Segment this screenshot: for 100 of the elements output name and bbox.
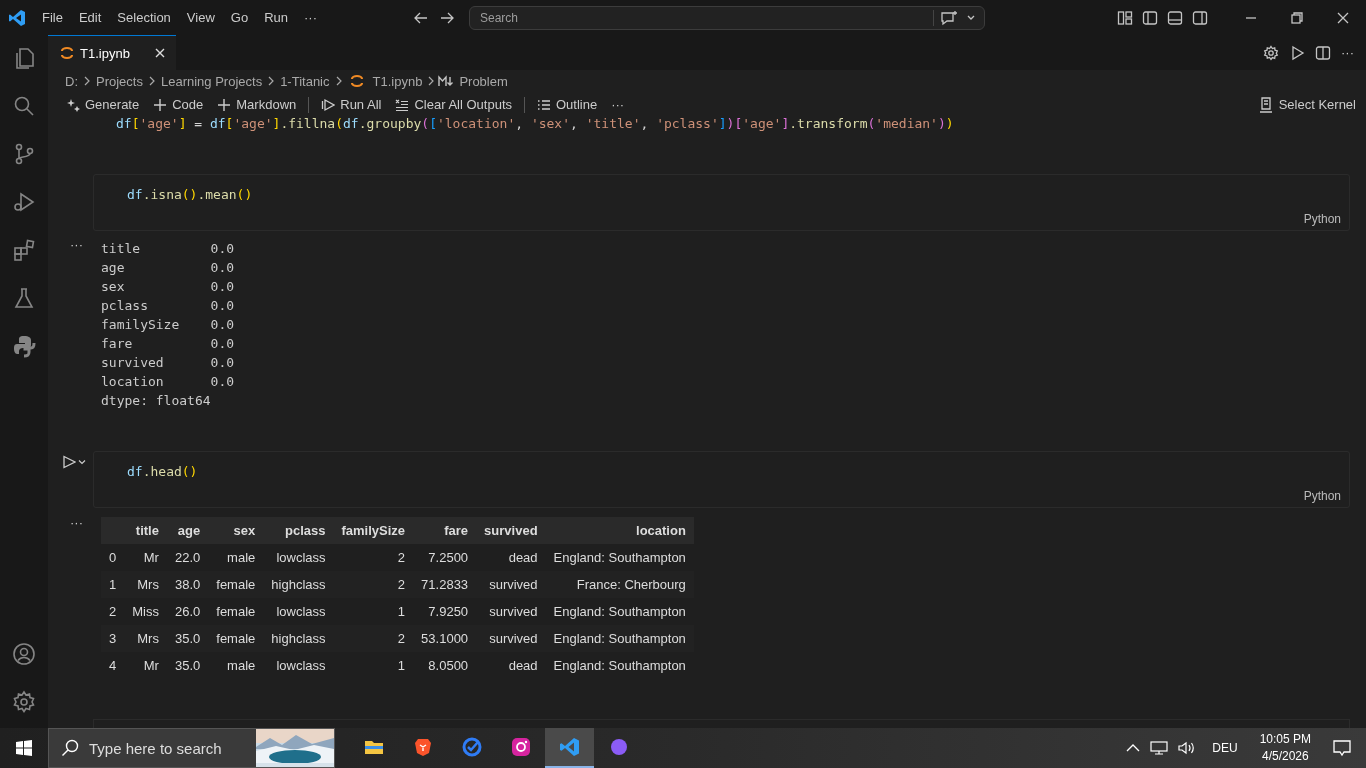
output-menu-button[interactable]: ··· (70, 237, 83, 252)
toolbar-button[interactable]: Code (147, 96, 210, 113)
plus-icon (217, 97, 232, 112)
table-cell: lowclass (263, 544, 334, 571)
menu-item[interactable]: File (34, 6, 71, 29)
toolbar-button[interactable]: Markdown (211, 96, 303, 113)
run-cell-icon[interactable] (62, 455, 76, 469)
row-index: 2 (108, 603, 118, 621)
table-cell-text: England: Southampton (552, 603, 687, 621)
table-cell: 22.0 (166, 544, 209, 571)
table-cell-text: Miss (131, 603, 160, 621)
table-cell-text: Mr (142, 657, 160, 675)
left-panel-icon[interactable] (1142, 9, 1158, 26)
chat-icon[interactable] (940, 9, 958, 26)
breadcrumb-item[interactable]: Problem (457, 73, 510, 89)
close-icon[interactable] (153, 47, 166, 59)
code-line: df.head() (127, 463, 199, 481)
toolbar-button[interactable]: Run All (315, 96, 388, 113)
output-line: survived 0.0 (100, 354, 235, 372)
windows-logo-icon[interactable] (16, 740, 32, 756)
table-cell: male (208, 544, 264, 571)
run-debug-icon[interactable] (12, 190, 36, 214)
breadcrumb-item[interactable]: D: (63, 73, 80, 89)
code-cell[interactable]: df.head() Python (93, 451, 1350, 508)
chevron-right-icon (427, 76, 436, 86)
language-label[interactable]: Python (1303, 212, 1341, 226)
output-line: location 0.0 (100, 373, 235, 391)
settings-icon[interactable] (1263, 44, 1279, 61)
table-cell-text: 1 (396, 657, 407, 675)
table-cell-text: lowclass (275, 657, 327, 675)
notebook-file-icon (60, 46, 74, 60)
search-icon (61, 739, 79, 757)
menu-item[interactable]: Edit (70, 6, 110, 29)
search-icon[interactable] (12, 94, 36, 118)
menu-item[interactable]: Selection (109, 6, 179, 29)
notebook-file-icon (349, 74, 364, 88)
output-line: title 0.0 (100, 240, 235, 258)
output-line: fare 0.0 (100, 335, 235, 353)
table-cell-text: male (226, 657, 257, 675)
select-kernel-button[interactable]: Select Kernel (1258, 96, 1356, 113)
table-cell-text: 7.9250 (427, 603, 470, 621)
code-cell[interactable]: df.isna().mean() Python (93, 174, 1350, 231)
app-logo-icon (8, 8, 26, 27)
run-icon[interactable] (1289, 44, 1305, 61)
markdown-icon (438, 75, 455, 87)
notifications-icon[interactable] (1333, 739, 1351, 757)
toolbar-button[interactable]: ··· (605, 96, 631, 113)
settings-icon[interactable] (12, 690, 36, 714)
table-cell-text: 26.0 (173, 603, 202, 621)
chevron-down-icon[interactable] (78, 458, 86, 466)
more-actions-button[interactable]: ··· (1341, 45, 1354, 60)
output-line: age 0.0 (100, 259, 235, 277)
split-editor-icon[interactable] (1315, 44, 1331, 61)
table-cell-text: survived (488, 603, 539, 621)
account-icon[interactable] (12, 642, 36, 666)
editor-tab[interactable]: T1.ipynb (48, 35, 176, 70)
breadcrumb-item[interactable]: 1-Titanic (278, 73, 332, 89)
taskbar-search-field[interactable]: Type here to search (48, 728, 335, 768)
column-header: title (124, 517, 167, 544)
clock-date[interactable]: 4/5/2026 (1261, 748, 1309, 765)
input-language[interactable]: DEU (1212, 741, 1238, 755)
restore-icon[interactable] (1291, 11, 1303, 24)
check-circle-icon (460, 736, 483, 758)
flask-icon[interactable] (12, 286, 36, 310)
breadcrumb-item[interactable]: T1.ipynb (370, 73, 425, 89)
extensions-icon[interactable] (12, 238, 36, 262)
clock-time[interactable]: 10:05 PM (1259, 731, 1311, 748)
python-icon[interactable] (12, 334, 36, 358)
column-header: location (545, 517, 694, 544)
app-logo-icon (558, 736, 581, 758)
close-icon[interactable] (1337, 11, 1349, 24)
toolbar-button[interactable]: Generate (60, 96, 146, 113)
table-cell-text: dead (507, 657, 539, 675)
breadcrumb-item[interactable]: Learning Projects (158, 73, 265, 89)
output-menu-button[interactable]: ··· (70, 515, 83, 530)
layout-icon[interactable] (1117, 9, 1133, 26)
search-field[interactable]: Search (469, 5, 985, 30)
table-cell-text: England: Southampton (552, 657, 687, 675)
output-line: familySize 0.0 (100, 316, 235, 334)
table-cell: England: Southampton (545, 544, 694, 571)
menu-item[interactable]: ··· (296, 6, 325, 29)
menu-item[interactable]: Run (256, 6, 296, 29)
menu-item[interactable]: Go (222, 6, 257, 29)
plus-icon (153, 97, 168, 112)
breadcrumb-item[interactable]: Projects (94, 73, 145, 89)
code-line: df['age'] = df['age'].fillna(df.groupby(['location', 'sex', 'title', 'pclass'])['age'].transform('median')) (115, 117, 955, 133)
bottom-panel-icon[interactable] (1167, 9, 1183, 26)
volume-icon[interactable] (1178, 741, 1197, 755)
chevron-right-icon (147, 76, 156, 86)
toolbar-button[interactable]: Clear All Outputs (389, 96, 518, 113)
list-icon (537, 97, 551, 112)
chevron-right-icon (83, 76, 91, 86)
column-header: sex (208, 517, 264, 544)
language-label[interactable]: Python (1303, 489, 1341, 503)
chevron-up-icon[interactable] (1126, 743, 1141, 753)
right-panel-icon[interactable] (1192, 9, 1208, 26)
network-icon[interactable] (1150, 741, 1169, 755)
camera-icon (509, 736, 532, 758)
menu-item[interactable]: View (178, 6, 223, 29)
toolbar-button[interactable]: Outline (531, 96, 604, 113)
